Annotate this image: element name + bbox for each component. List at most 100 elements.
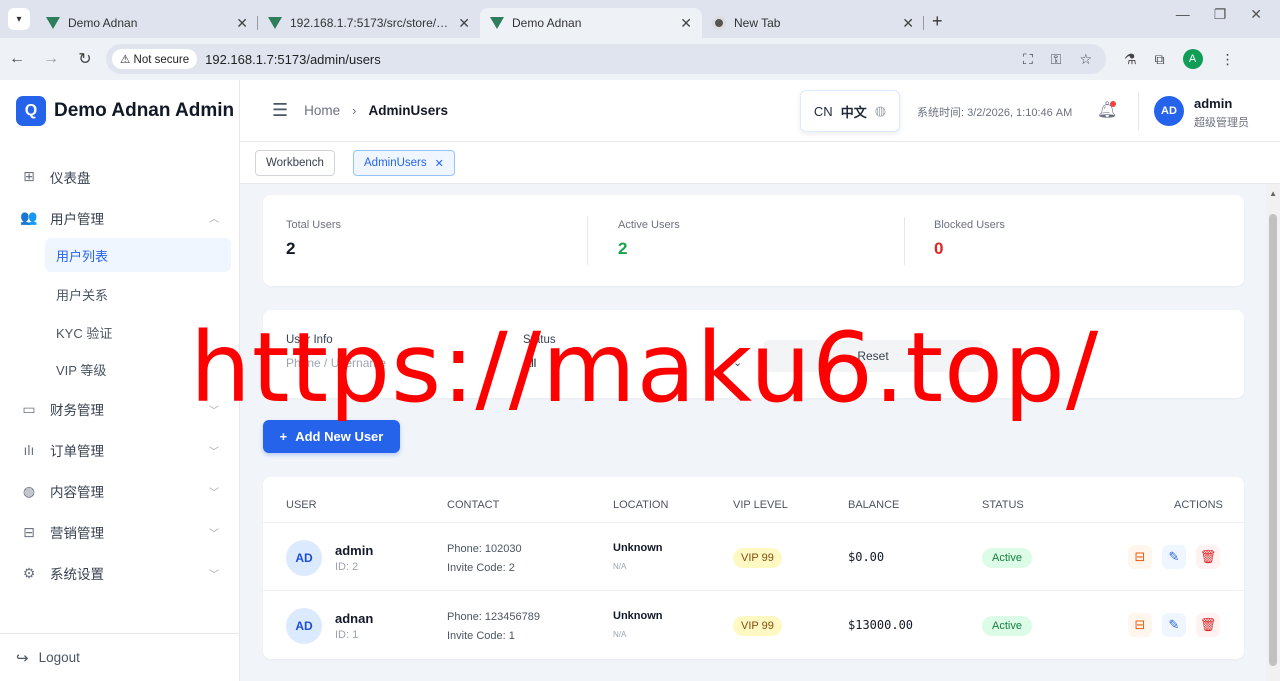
browser-tab-2[interactable]: 192.168.1.7:5173/src/store/auth ✕ <box>258 8 480 38</box>
scroll-up-icon[interactable]: ▲ <box>1269 189 1277 198</box>
table-header-actions: Actions <box>1174 499 1223 511</box>
puzzle-icon[interactable]: ⧉ <box>1155 51 1165 68</box>
table-header-balance: Balance <box>848 499 900 511</box>
sidebar-item-dashboard[interactable]: ⊞ 仪表盘 <box>0 156 239 197</box>
window-controls: — ❐ ✕ <box>1176 6 1280 23</box>
sidebar-item-settings[interactable]: ⚙ 系统设置 ﹀ <box>0 553 239 594</box>
vue-icon <box>268 17 282 29</box>
avatar[interactable]: AD <box>1154 96 1184 126</box>
extension-icon[interactable]: ⚗ <box>1124 51 1137 68</box>
close-icon[interactable]: ✕ <box>458 15 470 32</box>
chevron-down-icon: ﹀ <box>209 528 219 540</box>
vip-badge: VIP 99 <box>733 548 782 568</box>
stat-active-users: Active Users 2 <box>618 219 680 259</box>
user-name: adnan <box>335 611 374 626</box>
sidebar-subitem-user-list[interactable]: 用户列表 <box>45 238 231 272</box>
main-content: Total Users 2 Active Users 2 Blocked Use… <box>240 184 1266 681</box>
vue-icon <box>46 17 60 29</box>
users-table: User Contact Location VIP Level Balance … <box>263 477 1244 659</box>
user-location-sub: N/A <box>613 630 627 639</box>
globe-icon: ◍ <box>874 103 887 118</box>
tab-search-button[interactable]: ▾ <box>8 8 30 30</box>
stat-label: Active Users <box>618 219 680 231</box>
sidebar-item-content[interactable]: ◍ 内容管理 ﹀ <box>0 471 239 512</box>
sidebar-item-label: 仪表盘 <box>50 170 91 186</box>
lang-code: CN <box>813 103 833 119</box>
system-time: 系统时间: 3/2/2026, 1:10:46 AM <box>917 107 1073 119</box>
url-text[interactable]: 192.168.1.7:5173/admin/users <box>205 52 1023 67</box>
chrome-icon <box>712 16 726 30</box>
close-icon[interactable]: ✕ <box>236 15 248 32</box>
scrollbar-thumb[interactable] <box>1269 214 1277 666</box>
omnibox[interactable]: ⚠ Not secure 192.168.1.7:5173/admin/user… <box>106 44 1106 74</box>
brand-name: Demo Adnan Admin <box>54 100 235 121</box>
table-row[interactable]: AD admin ID: 2 Phone: 102030 Invite Code… <box>263 523 1244 591</box>
browser-tab-1[interactable]: Demo Adnan ✕ <box>36 8 258 38</box>
brand[interactable]: Q Demo Adnan Admin <box>0 80 239 142</box>
user-phone: Phone: 102030 <box>447 543 522 555</box>
edit-icon[interactable]: ✎ <box>1162 613 1186 637</box>
trash-icon[interactable]: 🗑︎ <box>1196 545 1220 569</box>
gift-icon[interactable]: ⊟ <box>1128 545 1152 569</box>
logout-icon: ↪ <box>16 649 29 667</box>
sidebar-item-marketing[interactable]: ⊟ 营销管理 ﹀ <box>0 512 239 553</box>
language-switcher[interactable]: CN 中文 ◍ <box>800 90 900 132</box>
breadcrumb-home[interactable]: Home <box>304 103 340 118</box>
tag-label: AdminUsers <box>364 157 427 169</box>
close-icon[interactable]: ✕ <box>680 15 692 32</box>
kebab-menu-icon[interactable]: ⋮ <box>1221 51 1235 68</box>
minimize-icon[interactable]: — <box>1176 6 1190 23</box>
table-header-user: User <box>286 499 317 511</box>
user-name: admin <box>335 543 374 558</box>
dashboard-icon: ⊞ <box>23 168 35 184</box>
sidebar-item-orders[interactable]: ılı 订单管理 ﹀ <box>0 430 239 471</box>
sidebar-item-label: 营销管理 <box>50 526 104 541</box>
add-user-button[interactable]: + Add New User <box>263 420 400 453</box>
user-id: ID: 1 <box>335 629 359 641</box>
restore-icon[interactable]: ❐ <box>1214 6 1227 23</box>
browser-tab-bar: ▾ Demo Adnan ✕ 192.168.1.7:5173/src/stor… <box>0 0 1280 38</box>
notification-dot <box>1110 101 1116 107</box>
user-balance: $0.00 <box>848 550 885 564</box>
close-icon[interactable]: ✕ <box>435 157 444 170</box>
sidebar-item-label: 用户管理 <box>50 211 104 227</box>
new-tab-icon[interactable]: + <box>932 11 943 32</box>
stat-label: Blocked Users <box>934 219 1005 231</box>
lang-name: 中文 <box>840 104 867 120</box>
stat-value: 0 <box>934 239 944 258</box>
translate-icon[interactable]: ⛶ <box>1023 51 1033 68</box>
user-invite-code: Invite Code: 2 <box>447 562 515 574</box>
add-user-label: Add New User <box>295 429 384 444</box>
browser-tab-4[interactable]: New Tab ✕ <box>702 8 924 38</box>
brand-logo: Q <box>16 96 46 126</box>
browser-tab-title: Demo Adnan <box>512 16 582 30</box>
star-icon[interactable]: ☆ <box>1079 51 1092 68</box>
avatar: AD <box>286 540 322 576</box>
profile-avatar[interactable]: A <box>1182 49 1203 69</box>
sidebar-item-users[interactable]: 👥 用户管理 ︿ <box>0 197 239 238</box>
tag-admin-users[interactable]: AdminUsers ✕ <box>353 150 455 176</box>
trash-icon[interactable]: 🗑︎ <box>1196 613 1220 637</box>
tag-workbench[interactable]: Workbench <box>255 150 335 176</box>
table-header-location: Location <box>613 499 669 511</box>
user-name[interactable]: admin <box>1194 96 1232 111</box>
key-icon[interactable]: ⚿ <box>1051 51 1062 68</box>
forward-icon[interactable]: → <box>34 50 68 68</box>
security-chip[interactable]: ⚠ Not secure <box>112 49 198 69</box>
close-icon[interactable]: ✕ <box>902 15 914 32</box>
sidebar-item-label: 系统设置 <box>50 567 104 582</box>
avatar: AD <box>286 608 322 644</box>
browser-tab-3[interactable]: Demo Adnan ✕ <box>480 8 702 38</box>
edit-icon[interactable]: ✎ <box>1162 545 1186 569</box>
logout-button[interactable]: ↪ Logout <box>0 633 239 681</box>
sidebar-subitem-user-relations[interactable]: 用户关系 <box>0 276 231 314</box>
window-close-icon[interactable]: ✕ <box>1250 6 1262 23</box>
reload-icon[interactable]: ↻ <box>68 49 102 69</box>
breadcrumb-current: AdminUsers <box>368 103 449 118</box>
hamburger-icon[interactable]: ☰ <box>272 100 288 121</box>
back-icon[interactable]: ← <box>0 50 34 68</box>
gift-icon[interactable]: ⊟ <box>1128 613 1152 637</box>
table-row[interactable]: AD adnan ID: 1 Phone: 123456789 Invite C… <box>263 591 1244 659</box>
plus-icon: + <box>279 429 288 444</box>
tags-bar: Workbench AdminUsers ✕ <box>240 142 1280 184</box>
